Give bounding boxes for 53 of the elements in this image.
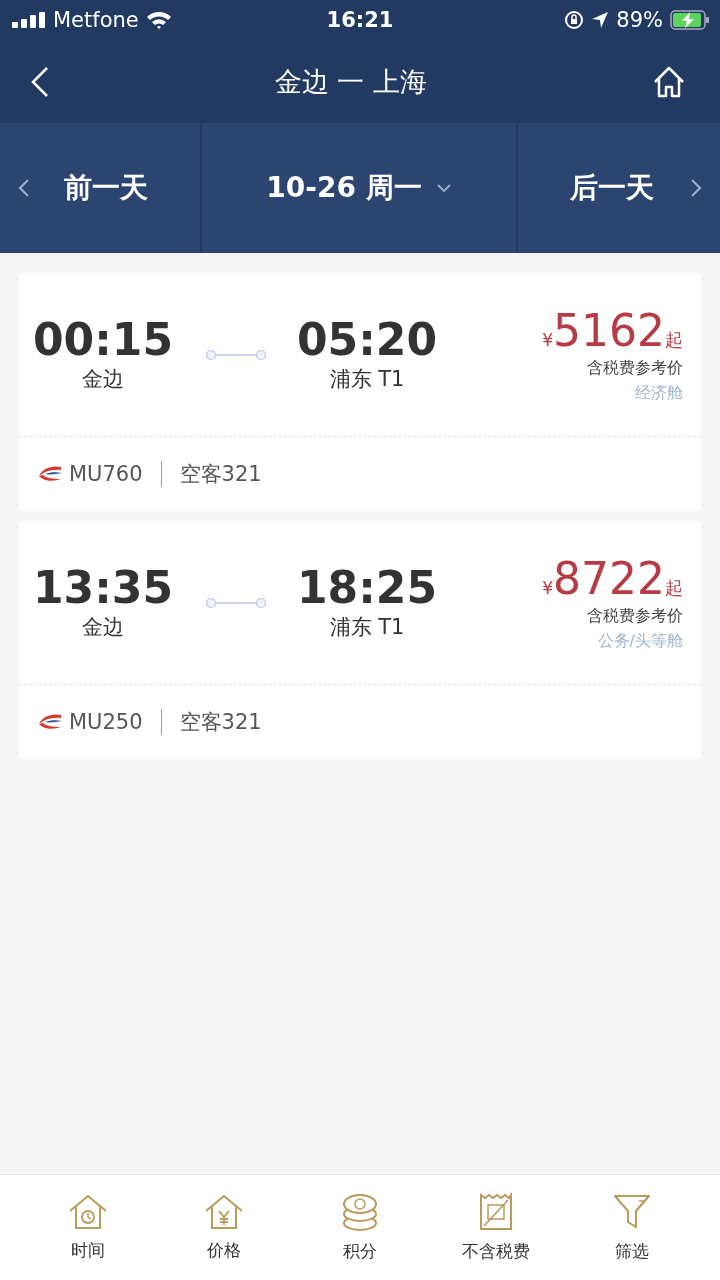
currency-sign: ¥ [542, 330, 553, 350]
next-day-button[interactable]: 后一天 [516, 123, 720, 253]
arrival-time: 18:25 [296, 564, 438, 613]
airline-logo-icon [37, 712, 63, 732]
signal-icon [12, 12, 46, 28]
cabin-class: 经济舱 [635, 383, 683, 404]
tab-bar-item[interactable]: 积分 [300, 1192, 420, 1263]
currency-sign: ¥ [542, 578, 553, 598]
aircraft-type: 空客321 [179, 461, 262, 488]
price: 8722 [553, 553, 665, 604]
house-clock-icon [68, 1193, 108, 1231]
aircraft-type: 空客321 [179, 709, 262, 736]
price-suffix: 起 [665, 329, 683, 352]
arrival-time: 05:20 [296, 316, 438, 365]
departure-time: 13:35 [32, 564, 174, 613]
flight-card[interactable]: 00:15 金边 05:20 浦东 T1 ¥5162起 含税费参考价 经济舱 MU760 空客321 [19, 273, 701, 511]
departure-airport: 金边 [82, 365, 124, 393]
price-suffix: 起 [665, 577, 683, 600]
route-line-icon [205, 347, 267, 362]
house-price-icon [204, 1193, 244, 1231]
price-note: 含税费参考价 [587, 358, 683, 379]
flight-card[interactable]: 13:35 金边 18:25 浦东 T1 ¥8722起 含税费参考价 公务/头等舱 MU250 空客321 [19, 521, 701, 759]
tab-bar-item[interactable]: 时间 [28, 1193, 148, 1262]
route-title: 金边 一 上海 [274, 64, 428, 99]
location-icon [591, 11, 610, 29]
flight-number: MU760 [69, 462, 143, 486]
tab-bar-item[interactable]: 筛选 [572, 1192, 692, 1263]
status-time: 16:21 [326, 8, 394, 32]
arrival-airport: 浦东 T1 [329, 613, 405, 641]
price-note: 含税费参考价 [587, 606, 683, 627]
price: 5162 [553, 305, 665, 356]
date-selector[interactable]: 10-26 周一 [202, 123, 516, 253]
cabin-class: 公务/头等舱 [597, 631, 683, 652]
carrier-name: Metfone [53, 8, 139, 32]
flight-number: MU250 [69, 710, 143, 734]
airline-logo-icon [37, 464, 63, 484]
route-line-icon [205, 595, 267, 610]
chevron-right-icon [690, 178, 702, 198]
departure-airport: 金边 [82, 613, 124, 641]
battery-charging-icon [670, 10, 710, 30]
departure-time: 00:15 [32, 316, 174, 365]
coin-stack-icon [340, 1192, 380, 1232]
rotation-lock-icon [564, 10, 585, 30]
arrival-airport: 浦东 T1 [329, 365, 405, 393]
tab-bar-item[interactable]: 价格 [164, 1193, 284, 1262]
chevron-left-icon [18, 178, 30, 198]
previous-day-button[interactable]: 前一天 [0, 123, 202, 253]
wifi-icon [145, 11, 172, 29]
home-icon[interactable] [652, 64, 686, 99]
chevron-down-icon [435, 183, 452, 193]
back-icon[interactable] [30, 65, 50, 98]
tab-bar-item[interactable]: 不含税费 [436, 1192, 556, 1263]
battery-percent: 89% [616, 8, 663, 32]
